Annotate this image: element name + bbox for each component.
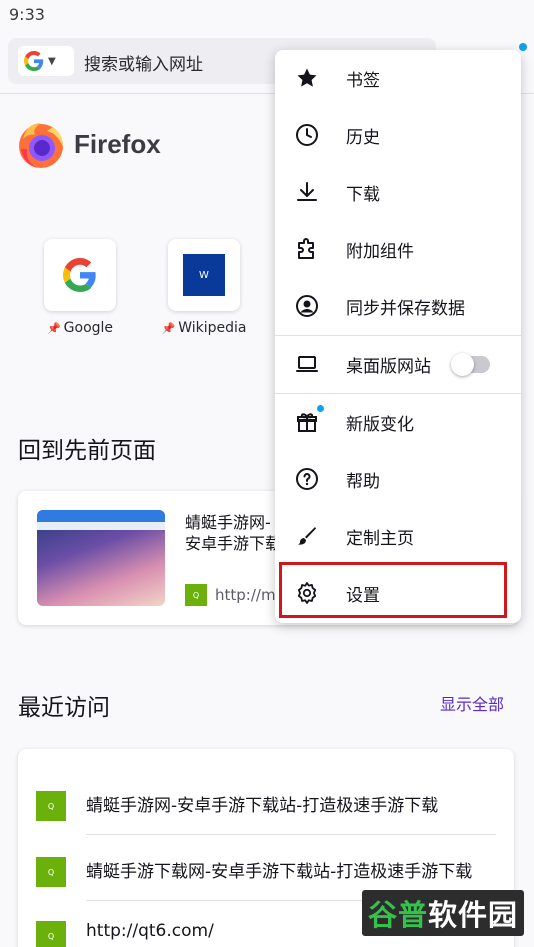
favicon-text: Q xyxy=(47,801,55,811)
menu-item-addons[interactable]: 附加组件 xyxy=(275,221,521,278)
firefox-logo-icon xyxy=(19,123,63,168)
chevron-down-icon: ▼ xyxy=(48,55,56,67)
page-thumbnail xyxy=(37,510,165,606)
site-favicon: Q xyxy=(36,857,66,887)
shortcut-label-text: Google xyxy=(63,320,114,336)
puzzle-icon xyxy=(298,238,314,259)
shortcut-label-text: Wikipedia xyxy=(178,320,247,336)
laptop-icon xyxy=(296,356,318,372)
menu-item-bookmarks[interactable]: 书签 xyxy=(275,50,521,107)
desktop-site-toggle[interactable] xyxy=(451,353,490,376)
gift-icon xyxy=(297,413,317,432)
toggle-knob xyxy=(451,353,474,376)
menu-item-settings[interactable]: 设置 xyxy=(275,565,521,622)
wikipedia-tile-text: W xyxy=(199,269,209,281)
shortcut-tile[interactable] xyxy=(44,239,116,311)
search-engine-selector[interactable]: ▼ xyxy=(18,46,74,76)
menu-item-desktop-site[interactable]: 桌面版网站 xyxy=(275,336,521,393)
recent-heading: 最近访问 xyxy=(18,695,110,721)
help-icon xyxy=(296,468,318,490)
account-icon xyxy=(296,295,318,317)
shortcut-label: 📌 Wikipedia xyxy=(160,320,248,336)
jump-back-title: 蜻蜓手游网-安卓手游下载 xyxy=(185,513,282,553)
site-favicon: Q xyxy=(185,584,207,606)
site-favicon: Q xyxy=(36,791,66,821)
search-input[interactable]: 搜索或输入网址 xyxy=(84,50,203,75)
shortcut-google[interactable]: 📌 Google xyxy=(36,239,126,344)
menu-item-customize-home[interactable]: 定制主页 xyxy=(275,508,521,565)
status-time: 9:33 xyxy=(9,5,45,24)
jump-back-heading: 回到先前页面 xyxy=(18,438,156,464)
watermark-part1: 谷普 xyxy=(368,898,429,932)
jump-back-url: http://m. xyxy=(215,586,281,604)
menu-item-help[interactable]: 帮助 xyxy=(275,451,521,508)
list-item-title: 蜻蜓手游网-安卓手游下载站-打造极速手游下载 xyxy=(86,796,439,816)
show-all-link[interactable]: 显示全部 xyxy=(440,691,504,715)
brand-name: Firefox xyxy=(74,129,161,159)
list-item-title: 蜻蜓手游下载网-安卓手游下载站-打造极速手游下载 xyxy=(86,862,473,882)
menu-item-label: 历史 xyxy=(346,128,380,148)
wikipedia-w-icon: W xyxy=(183,254,225,296)
menu-item-label: 下载 xyxy=(346,185,380,205)
menu-item-downloads[interactable]: 下载 xyxy=(275,164,521,221)
pin-icon: 📌 xyxy=(161,322,176,335)
favicon-text: Q xyxy=(47,867,55,877)
site-favicon: Q xyxy=(36,921,66,947)
menu-item-label: 同步并保存数据 xyxy=(346,299,465,319)
star-icon xyxy=(297,68,317,87)
menu-item-history[interactable]: 历史 xyxy=(275,107,521,164)
status-bar: 9:33 xyxy=(0,0,534,30)
pin-icon: 📌 xyxy=(46,322,61,335)
menu-item-whats-new[interactable]: 新版变化 xyxy=(275,394,521,451)
shortcut-wikipedia[interactable]: W 📌 Wikipedia xyxy=(160,239,250,344)
menu-item-label: 定制主页 xyxy=(346,529,414,549)
menu-item-label: 帮助 xyxy=(346,472,380,492)
menu-item-label: 桌面版网站 xyxy=(346,357,431,377)
menu-item-label: 新版变化 xyxy=(346,415,414,435)
download-icon xyxy=(297,182,317,201)
menu-item-sync[interactable]: 同步并保存数据 xyxy=(275,278,521,335)
menu-item-label: 设置 xyxy=(346,586,380,606)
watermark-part2: 软件园 xyxy=(428,898,519,932)
browser-menu: 书签 历史 下载 附加组件 同步并保存数据 桌面版网站 新版变化 帮助 定制主页… xyxy=(275,50,521,623)
firefox-wordmark: Firefox xyxy=(17,119,177,171)
menu-item-label: 书签 xyxy=(346,71,380,91)
site-watermark: 谷普 软件园 xyxy=(362,890,524,936)
google-g-icon xyxy=(24,51,44,71)
new-badge-dot xyxy=(317,405,324,412)
list-item[interactable]: Q 蜻蜓手游网-安卓手游下载站-打造极速手游下载 xyxy=(18,769,514,835)
clock-icon xyxy=(296,124,318,146)
favicon-text: Q xyxy=(192,590,200,600)
menu-item-label: 附加组件 xyxy=(346,242,414,262)
gear-icon xyxy=(297,582,317,604)
paintbrush-icon xyxy=(298,527,316,545)
favicon-text: Q xyxy=(47,931,55,941)
shortcut-label: 📌 Google xyxy=(36,320,124,336)
google-g-icon xyxy=(63,258,96,292)
shortcut-tile[interactable]: W xyxy=(168,239,240,311)
